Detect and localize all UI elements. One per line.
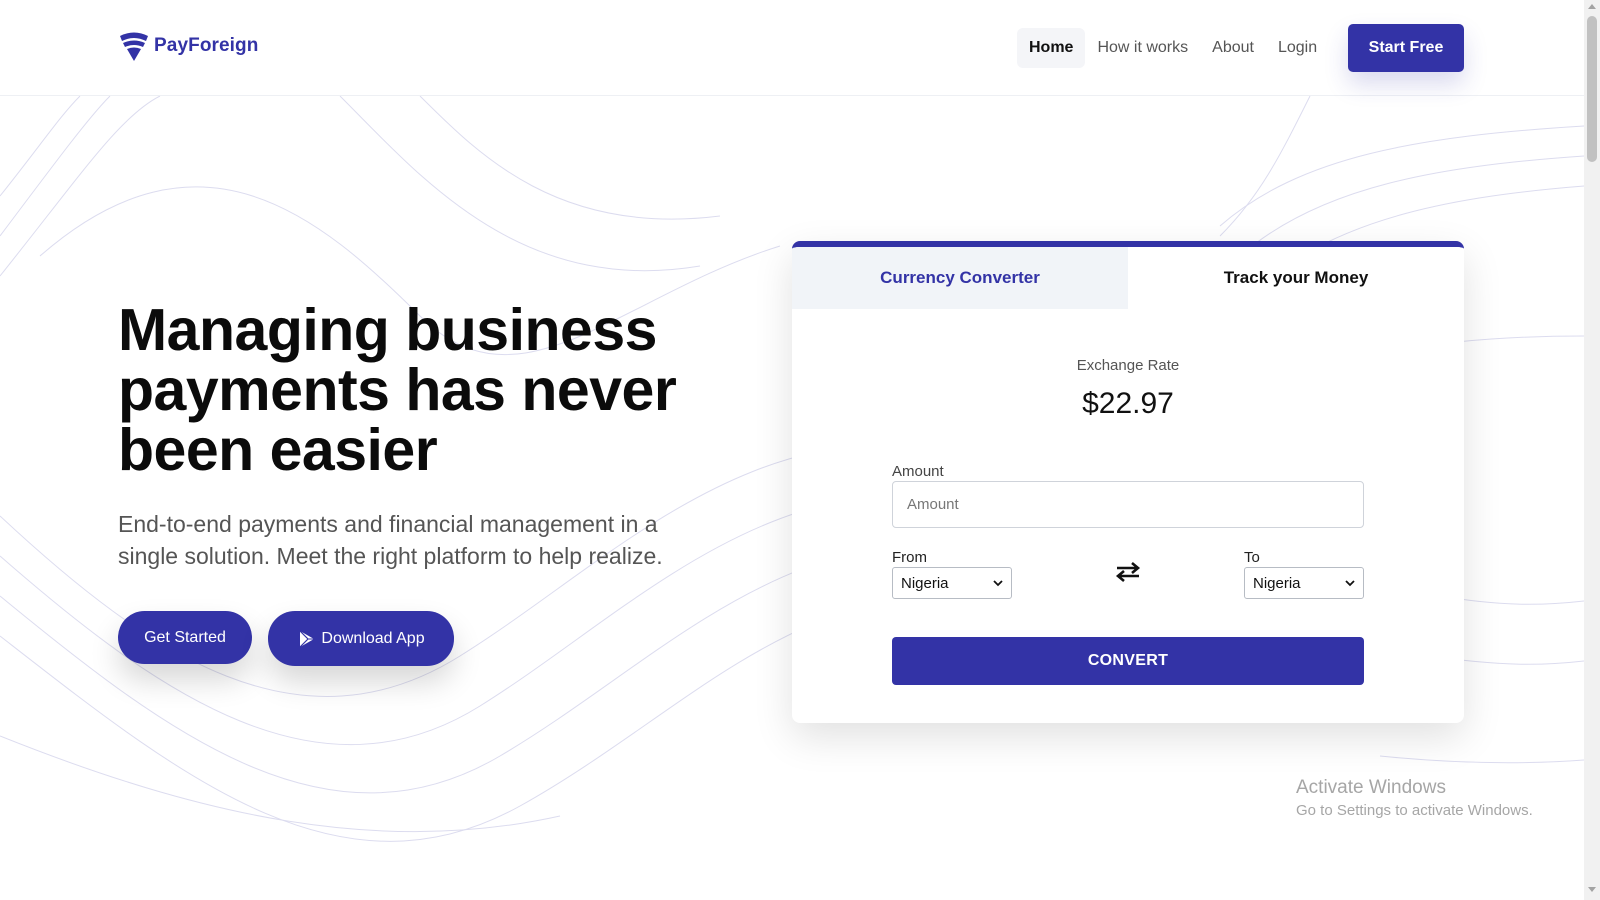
main-nav: Home How it works About Login <box>1017 28 1329 68</box>
nav-how-it-works[interactable]: How it works <box>1085 28 1200 68</box>
tab-currency-converter[interactable]: Currency Converter <box>792 247 1128 309</box>
hero-subtitle: End-to-end payments and financial manage… <box>118 511 663 569</box>
activate-windows-title: Activate Windows <box>1296 777 1446 798</box>
top-navbar: PayForeign Home How it works About Login… <box>0 0 1584 96</box>
scrollbar-thumb[interactable] <box>1587 16 1597 162</box>
currency-converter-card: Currency Converter Track your Money Exch… <box>792 241 1464 723</box>
download-app-label: Download App <box>321 629 425 647</box>
nav-login[interactable]: Login <box>1266 28 1329 68</box>
hero-actions: Get Started Download App <box>118 611 454 666</box>
brand-logo[interactable]: PayForeign <box>118 30 258 62</box>
amount-placeholder: Amount <box>907 496 959 513</box>
scroll-down-arrow-icon[interactable] <box>1588 887 1596 892</box>
nav-home[interactable]: Home <box>1017 28 1086 68</box>
vertical-scrollbar[interactable] <box>1584 0 1600 900</box>
convert-button[interactable]: CONVERT <box>892 637 1364 685</box>
scroll-up-arrow-icon[interactable] <box>1588 4 1596 9</box>
chevron-down-icon <box>1345 580 1355 587</box>
card-tabs: Currency Converter Track your Money <box>792 247 1464 309</box>
download-app-button[interactable]: Download App <box>268 611 454 666</box>
to-currency-select[interactable]: Nigeria <box>1244 567 1364 599</box>
from-label: From <box>892 549 927 566</box>
to-label: To <box>1244 549 1260 566</box>
amount-input[interactable]: Amount <box>892 481 1364 528</box>
brand-name: PayForeign <box>154 35 259 56</box>
amount-label: Amount <box>892 463 944 480</box>
hero-title: Managing business payments has never bee… <box>118 297 677 483</box>
exchange-rate-label: Exchange Rate <box>1076 357 1180 374</box>
from-currency-select[interactable]: Nigeria <box>892 567 1012 599</box>
swap-currencies-icon[interactable] <box>1114 561 1142 583</box>
landing-page: PayForeign Home How it works About Login… <box>0 0 1584 900</box>
get-started-label: Get Started <box>144 628 226 646</box>
from-selected-value: Nigeria <box>901 574 949 592</box>
to-selected-value: Nigeria <box>1253 574 1301 592</box>
tab-track-your-money[interactable]: Track your Money <box>1128 247 1464 309</box>
activate-windows-subtitle: Go to Settings to activate Windows. <box>1296 802 1533 819</box>
start-free-button[interactable]: Start Free <box>1348 24 1464 72</box>
play-store-icon <box>299 630 315 647</box>
exchange-rate-value: $22.97 <box>1082 387 1174 420</box>
nav-about[interactable]: About <box>1200 28 1266 68</box>
payforeign-logo-icon <box>120 32 148 61</box>
get-started-button[interactable]: Get Started <box>118 611 252 664</box>
chevron-down-icon <box>993 580 1003 587</box>
